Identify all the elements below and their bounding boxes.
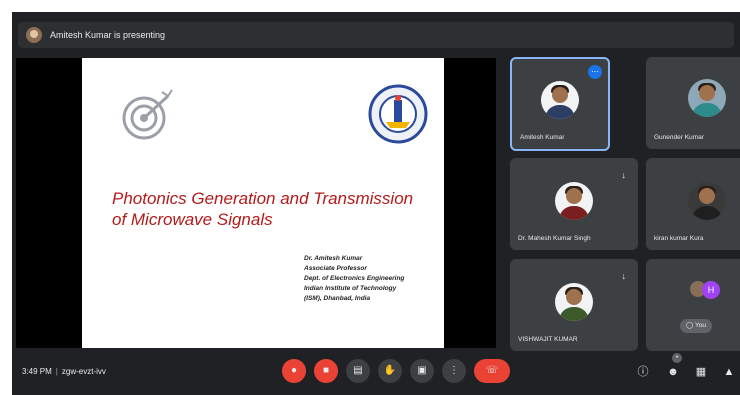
- participant-tile[interactable]: ↓ Dr. Mahesh Kumar Singh: [510, 158, 638, 250]
- avatar: [688, 79, 726, 117]
- avatar: [555, 182, 593, 220]
- self-controls[interactable]: ◯ You: [680, 319, 712, 333]
- captions-button[interactable]: ▤: [346, 359, 370, 383]
- people-icon[interactable]: ☻: [664, 363, 682, 381]
- participant-tile[interactable]: kiran kumar Kura: [646, 158, 740, 250]
- meeting-info: 3:49 PM | zgw-evzt-ivv: [22, 367, 106, 376]
- mic-off-icon: ↓: [621, 170, 627, 180]
- participant-name: Amitesh Kumar: [520, 134, 565, 141]
- author-line: Dept. of Electronics Engineering: [304, 275, 405, 282]
- mic-toggle-button[interactable]: ●: [282, 359, 306, 383]
- slide-title: Photonics Generation and Transmission of…: [112, 188, 432, 230]
- author-line: Indian Institute of Technology: [304, 285, 397, 292]
- presenting-banner: Amitesh Kumar is presenting: [18, 22, 734, 48]
- meeting-code: zgw-evzt-ivv: [61, 367, 106, 376]
- author-block: Dr. Amitesh Kumar Associate Professor De…: [304, 254, 440, 304]
- meet-window: Amitesh Kumar is presenting Photonics Ge…: [12, 12, 740, 395]
- bottom-toolbar: 3:49 PM | zgw-evzt-ivv ● ■ ▤ ✋ ▣ ⋮ ☏ ⓘ • ☻…: [12, 351, 740, 395]
- chat-icon[interactable]: ▦: [692, 363, 710, 381]
- leave-call-button[interactable]: ☏: [474, 359, 510, 383]
- clock-time: 3:49 PM: [22, 367, 52, 376]
- institute-logo-icon: [368, 84, 428, 144]
- self-label: You: [694, 322, 706, 329]
- avatar: H: [702, 281, 720, 299]
- present-button[interactable]: ▣: [410, 359, 434, 383]
- participant-tile[interactable]: Gunender Kumar: [646, 57, 740, 149]
- pin-icon: ◯: [686, 322, 694, 329]
- avatar: [688, 182, 726, 220]
- participant-tile-others[interactable]: H ◯ You: [646, 259, 740, 351]
- participant-name: VISHWAJIT KUMAR: [518, 336, 578, 343]
- more-options-button[interactable]: ⋮: [442, 359, 466, 383]
- participant-name: Gunender Kumar: [654, 134, 704, 141]
- info-icon[interactable]: ⓘ: [634, 363, 652, 381]
- target-icon: [122, 89, 173, 140]
- slide-title-line: of Microwave Signals: [112, 210, 273, 229]
- participant-tile[interactable]: ⋯ Amitesh Kumar: [510, 57, 610, 151]
- speaking-indicator-icon: ⋯: [588, 65, 602, 79]
- presentation-stage[interactable]: Photonics Generation and Transmission of…: [16, 58, 496, 348]
- avatar: [541, 81, 579, 119]
- raise-hand-button[interactable]: ✋: [378, 359, 402, 383]
- participant-count-badge: •: [672, 353, 682, 363]
- presenting-text: Amitesh Kumar is presenting: [50, 30, 166, 40]
- activities-icon[interactable]: ▲: [720, 363, 738, 381]
- participant-tile[interactable]: ↓ VISHWAJIT KUMAR: [510, 259, 638, 351]
- camera-toggle-button[interactable]: ■: [314, 359, 338, 383]
- mic-off-icon: ↓: [621, 271, 627, 281]
- slide-title-line: Photonics Generation and Transmission: [112, 189, 414, 208]
- author-line: Dr. Amitesh Kumar: [304, 255, 363, 262]
- participant-name: Dr. Mahesh Kumar Singh: [518, 235, 591, 242]
- participant-name: kiran kumar Kura: [654, 235, 704, 242]
- presenter-avatar: [26, 27, 42, 43]
- slide: Photonics Generation and Transmission of…: [82, 58, 444, 348]
- author-line: (ISM), Dhanbad, India: [304, 295, 371, 302]
- author-line: Associate Professor: [304, 265, 367, 272]
- avatar: [555, 283, 593, 321]
- screen: Amitesh Kumar is presenting Photonics Ge…: [0, 0, 740, 395]
